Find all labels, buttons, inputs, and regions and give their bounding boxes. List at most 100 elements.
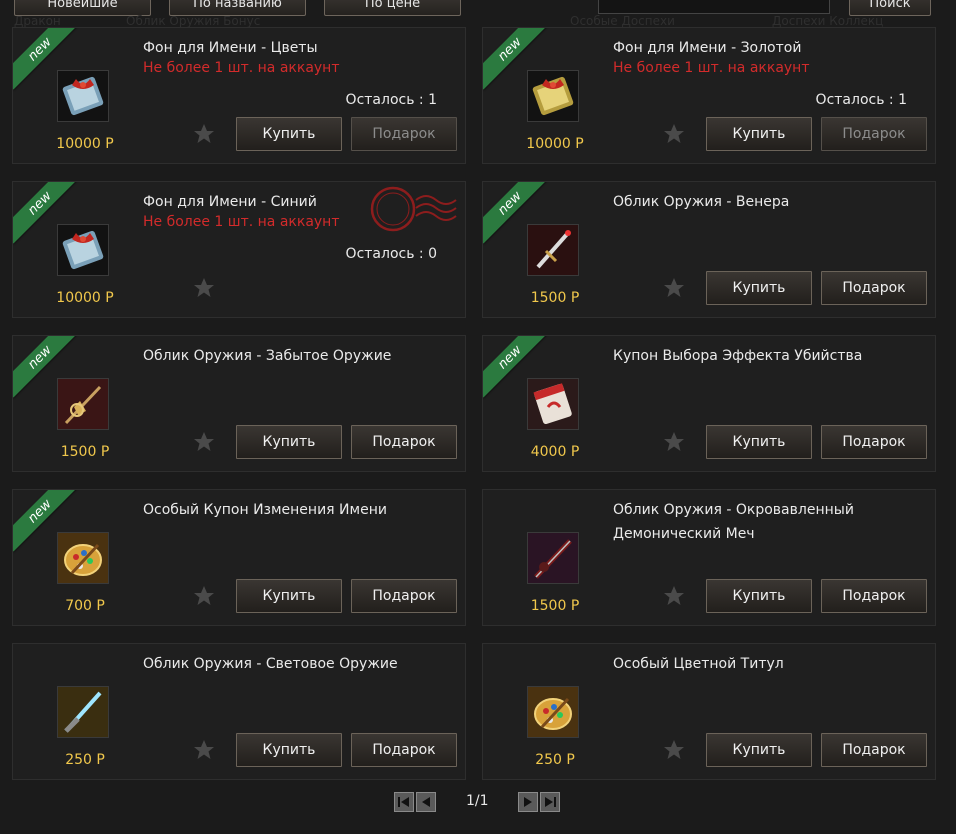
prev-page-button[interactable]: [416, 792, 436, 812]
buy-button[interactable]: Купить: [236, 579, 342, 613]
weapon-venus-icon: [528, 225, 578, 275]
favorite-star-icon[interactable]: [192, 122, 216, 146]
buy-button[interactable]: Купить: [706, 733, 812, 767]
buy-button[interactable]: Купить: [706, 425, 812, 459]
product-title: Особый Цветной Титул: [613, 656, 784, 672]
favorite-star-icon[interactable]: [662, 430, 686, 454]
search-input[interactable]: [598, 0, 830, 14]
product-card: new 4000 P Купон Выбора Эффекта Убийства Ку…: [482, 335, 936, 472]
product-card: new 700 P Особый Купон Изменения Имени Купи…: [12, 489, 466, 626]
purchase-limit: Не более 1 шт. на аккаунт: [143, 214, 340, 230]
last-page-button[interactable]: [540, 792, 560, 812]
gift-button[interactable]: Подарок: [351, 733, 457, 767]
pagination: 1/1: [394, 792, 574, 814]
buy-button[interactable]: Купить: [706, 271, 812, 305]
purchase-limit: Не более 1 шт. на аккаунт: [143, 60, 340, 76]
product-card: new 10000 P Фон для Имени - Синий Не более …: [12, 181, 466, 318]
stock-remaining-label: Осталось :: [345, 246, 429, 262]
stock-remaining-value: 0: [428, 246, 437, 262]
buy-button[interactable]: Купить: [236, 425, 342, 459]
page-indicator: 1/1: [466, 793, 489, 809]
product-card: 250 P Особый Цветной Титул Купить Подарок: [482, 643, 936, 780]
favorite-star-icon[interactable]: [662, 276, 686, 300]
product-price: 250 P: [65, 752, 105, 768]
palette-title-icon: [528, 687, 578, 737]
product-card: new 1500 P Облик Оружия - Венера Купить Пода…: [482, 181, 936, 318]
palette-coupon-icon: [58, 533, 108, 583]
favorite-star-icon[interactable]: [192, 430, 216, 454]
product-card: new 10000 P Фон для Имени - Цветы Не более …: [12, 27, 466, 164]
product-thumbnail[interactable]: [57, 224, 109, 276]
stock-remaining-value: 1: [898, 92, 907, 108]
gift-button[interactable]: Подарок: [821, 733, 927, 767]
sort-by-price-button[interactable]: По цене: [324, 0, 461, 16]
product-price: 10000 P: [56, 290, 114, 306]
buy-button[interactable]: Купить: [706, 117, 812, 151]
product-thumbnail[interactable]: [57, 686, 109, 738]
product-price: 700 P: [65, 598, 105, 614]
prev-page-icon: [422, 797, 430, 807]
gift-button[interactable]: Подарок: [821, 425, 927, 459]
gift-button[interactable]: Подарок: [821, 579, 927, 613]
stock-remaining-value: 1: [428, 92, 437, 108]
product-thumbnail[interactable]: [527, 224, 579, 276]
buy-button[interactable]: Купить: [706, 579, 812, 613]
next-page-icon: [524, 797, 532, 807]
gift-button: Подарок: [821, 117, 927, 151]
product-price: 250 P: [535, 752, 575, 768]
product-thumbnail[interactable]: [57, 532, 109, 584]
product-thumbnail[interactable]: [527, 532, 579, 584]
product-card: new 10000 P Фон для Имени - Золотой Не боле…: [482, 27, 936, 164]
purchase-limit: Не более 1 шт. на аккаунт: [613, 60, 810, 76]
gift-button: Подарок: [351, 117, 457, 151]
product-title: Фон для Имени - Цветы: [143, 40, 318, 56]
favorite-star-icon[interactable]: [192, 738, 216, 762]
buy-button[interactable]: Купить: [236, 117, 342, 151]
sold-out-stamp-icon: [368, 184, 458, 234]
name-bg-ticket-blue-icon: [62, 230, 104, 270]
product-card: 250 P Облик Оружия - Световое Оружие Купит…: [12, 643, 466, 780]
product-price: 10000 P: [56, 136, 114, 152]
favorite-star-icon[interactable]: [192, 584, 216, 608]
gift-button[interactable]: Подарок: [351, 579, 457, 613]
stock-remaining: Осталось : 1: [816, 92, 907, 108]
background-text: Доспехи Коллекц: [772, 14, 884, 28]
product-thumbnail[interactable]: [57, 70, 109, 122]
product-title: Облик Оружия - Венера: [613, 194, 790, 210]
product-title: Облик Оружия - Световое Оружие: [143, 656, 398, 672]
product-price: 1500 P: [530, 290, 580, 306]
stock-remaining: Осталось : 0: [346, 246, 437, 262]
first-page-icon: [398, 797, 409, 807]
bloody-demon-sword-icon: [528, 533, 578, 583]
background-text: Особые Доспехи: [570, 14, 675, 28]
favorite-star-icon[interactable]: [192, 276, 216, 300]
next-page-button[interactable]: [518, 792, 538, 812]
product-title: Фон для Имени - Золотой: [613, 40, 802, 56]
product-price: 1500 P: [530, 598, 580, 614]
kill-effect-coupon-icon: [528, 379, 578, 429]
favorite-star-icon[interactable]: [662, 738, 686, 762]
favorite-star-icon[interactable]: [662, 122, 686, 146]
name-bg-ticket-blue-icon: [62, 76, 104, 116]
product-thumbnail[interactable]: [527, 378, 579, 430]
background-text: Дракон: [14, 14, 61, 28]
light-weapon-icon: [58, 687, 108, 737]
product-title: Купон Выбора Эффекта Убийства: [613, 348, 863, 364]
first-page-button[interactable]: [394, 792, 414, 812]
product-title: Особый Купон Изменения Имени: [143, 502, 387, 518]
product-card: 1500 P Облик Оружия - Окровавленный Демон…: [482, 489, 936, 626]
product-thumbnail[interactable]: [57, 378, 109, 430]
buy-button[interactable]: Купить: [236, 733, 342, 767]
product-title: Облик Оружия - Окровавленный Демонически…: [613, 502, 854, 542]
stock-remaining: Осталось : 1: [346, 92, 437, 108]
stock-remaining-label: Осталось :: [345, 92, 429, 108]
product-price: 1500 P: [60, 444, 110, 460]
favorite-star-icon[interactable]: [662, 584, 686, 608]
product-price: 10000 P: [526, 136, 584, 152]
stock-remaining-label: Осталось :: [815, 92, 899, 108]
gift-button[interactable]: Подарок: [821, 271, 927, 305]
product-thumbnail[interactable]: [527, 70, 579, 122]
gift-button[interactable]: Подарок: [351, 425, 457, 459]
product-thumbnail[interactable]: [527, 686, 579, 738]
last-page-icon: [545, 797, 556, 807]
